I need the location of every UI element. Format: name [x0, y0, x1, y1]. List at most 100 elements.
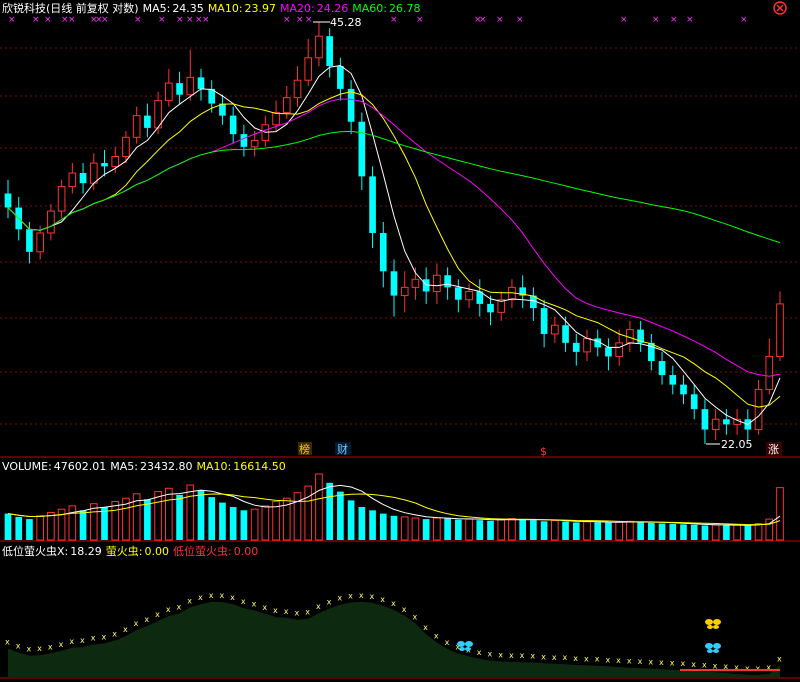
indicator-x-mark: x — [316, 602, 321, 611]
candle-body-down — [487, 303, 494, 313]
volume-bar-up — [465, 518, 473, 541]
candle-body-down — [337, 66, 344, 89]
event-badge-4[interactable]: 涨 — [766, 442, 782, 456]
high-value-label: 45.28 — [330, 16, 362, 29]
candle-body-up — [47, 210, 55, 234]
indicator-x-mark: x — [91, 634, 96, 643]
volume-bar-up — [186, 484, 195, 541]
candle-body-up — [615, 342, 623, 357]
stock-chart[interactable]: x x x x x x x x x x x xx xxx xx x x x x x x x x x x xxx x x x x x xxxx… — [0, 0, 800, 682]
indicator-x-mark: x — [123, 625, 128, 634]
indicator-x-mark: x — [702, 661, 707, 670]
indicator-x-mark: x — [627, 657, 632, 666]
indicator-x-mark: x — [498, 650, 503, 659]
indicator-x-mark: x — [337, 594, 342, 603]
volume-bar-up — [497, 519, 506, 541]
event-badge-4-text: 涨 — [768, 443, 779, 456]
indicator-x-mark: x — [284, 607, 289, 616]
candle-body-up — [711, 418, 720, 431]
volume-bar-down — [240, 510, 248, 540]
candle-body-up — [122, 136, 130, 158]
indicator-x-mark: x — [520, 651, 525, 660]
high-marker: 45.28 — [313, 16, 362, 29]
indicator-x-mark: x — [155, 610, 160, 619]
volume-bar-down — [572, 522, 580, 540]
indicator-x-mark: x — [177, 602, 182, 611]
top-signal-mark: × — [686, 15, 694, 25]
volume-bar-up — [433, 517, 441, 541]
candle-body-up — [36, 232, 44, 253]
volume-bar-down — [530, 520, 537, 540]
top-signal-mark: × — [296, 15, 304, 25]
volume-bar-down — [476, 520, 484, 540]
top-signal-mark: × — [652, 15, 660, 25]
candle-body-down — [347, 88, 355, 122]
volume-bars-group — [4, 473, 784, 541]
volume-bar-up — [304, 485, 313, 541]
candle-body-up — [765, 355, 774, 390]
volume-bar-up — [508, 518, 516, 541]
indicator-area-fill — [8, 601, 780, 677]
indicator-x-mark: x — [745, 664, 750, 673]
top-signal-mark: × — [101, 15, 109, 25]
volume-bar-down — [4, 513, 12, 540]
candle-body-up — [293, 79, 302, 99]
candle-body-down — [379, 232, 387, 272]
indicator-x-mark: x — [681, 659, 686, 668]
indicator-x-mark: x — [777, 654, 782, 663]
indicator-x-mark: x — [488, 650, 493, 659]
volume-bar-down — [605, 522, 612, 540]
candle-body-down — [240, 134, 248, 147]
candle-body-down — [680, 384, 687, 395]
volume-bar-down — [562, 521, 569, 540]
top-signal-mark: × — [416, 15, 424, 25]
volume-bar-down — [197, 490, 205, 540]
candle-body-down — [101, 163, 108, 167]
candle-body-down — [455, 287, 462, 300]
candle-body-down — [690, 394, 698, 410]
candle-body-down — [605, 347, 612, 357]
indicator-x-mark: x — [102, 632, 107, 641]
candle-body-up — [411, 278, 420, 288]
top-signal-mark: × — [134, 15, 142, 25]
indicator-x-mark: x — [37, 644, 42, 653]
volume-bar-up — [583, 521, 591, 541]
candle-body-up — [272, 112, 280, 126]
candle-body-up — [465, 290, 473, 301]
volume-bar-up — [754, 523, 763, 541]
candle-body-down — [26, 229, 33, 252]
indicator-x-mark: x — [295, 609, 300, 618]
indicator-x-mark: x — [144, 615, 149, 624]
volume-bar-up — [315, 473, 323, 541]
candle-body-up — [250, 139, 259, 148]
top-signal-mark: × — [516, 15, 524, 25]
butterfly-icon — [457, 641, 473, 651]
indicator-x-mark: x — [241, 597, 246, 606]
candle-body-up — [132, 115, 141, 138]
indicator-x-mark: x — [305, 608, 310, 617]
event-badge-3[interactable]: $ — [540, 445, 547, 458]
indicator-x-mark: x — [391, 599, 396, 608]
candle-body-up — [111, 156, 120, 167]
indicator-x-mark: x — [112, 629, 117, 638]
candle-body-down — [358, 121, 366, 177]
top-signal-mark: × — [8, 15, 16, 25]
candle-body-up — [776, 303, 784, 357]
top-signal-mark: × — [740, 15, 748, 25]
close-icon[interactable] — [773, 1, 787, 15]
top-signal-mark: × — [32, 15, 40, 25]
indicator-x-mark: x — [209, 591, 214, 600]
volume-bar-up — [261, 505, 270, 541]
candle-body-down — [390, 271, 398, 296]
volume-bar-up — [293, 492, 302, 541]
volume-bar-down — [229, 507, 237, 540]
candle-body-up — [282, 97, 291, 114]
indicator-x-mark: x — [48, 642, 53, 651]
top-signal-mark: × — [186, 15, 194, 25]
event-badge-1[interactable]: 榜 — [298, 442, 312, 456]
event-badge-2[interactable]: 财 — [335, 442, 351, 456]
volume-bar-up — [68, 505, 77, 541]
volume-bar-down — [337, 491, 344, 540]
candle-body-down — [562, 325, 569, 343]
volume-bar-down — [519, 519, 526, 540]
